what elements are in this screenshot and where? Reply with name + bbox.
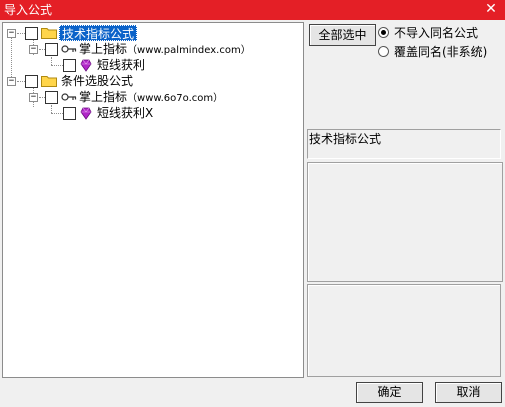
node-checkbox[interactable] bbox=[45, 43, 58, 56]
ok-button[interactable]: 确定 bbox=[356, 382, 423, 403]
formula-description-box bbox=[307, 162, 503, 282]
formula-name-text: 技术指标公式 bbox=[309, 132, 382, 146]
window-title: 导入公式 bbox=[4, 3, 53, 17]
radio-overwrite[interactable]: 覆盖同名(非系统) bbox=[378, 44, 503, 60]
node-checkbox[interactable] bbox=[63, 107, 76, 120]
collapse-expander[interactable]: − bbox=[7, 29, 16, 38]
tree-node-label: 掌上指标（www.6o7o.com） bbox=[79, 90, 224, 104]
radio-label: 不导入同名公式 bbox=[394, 26, 479, 40]
tree-connector bbox=[51, 113, 63, 114]
tree-node-palm-index-2[interactable]: − 掌上指标（www.6o7o.com） bbox=[3, 89, 303, 105]
tree-node-label: 短线获利 bbox=[97, 58, 146, 72]
radio-button[interactable] bbox=[378, 27, 389, 38]
title-bar[interactable]: 导入公式 ✕ bbox=[0, 0, 505, 20]
cancel-button[interactable]: 取消 bbox=[435, 382, 502, 403]
tree-node-short-profit[interactable]: 短线获利 bbox=[3, 57, 303, 73]
radio-button[interactable] bbox=[378, 46, 389, 57]
tree-node-label: 条件选股公式 bbox=[61, 74, 134, 88]
tree-node-short-profit-x[interactable]: 短线获利X bbox=[3, 105, 303, 121]
formula-gem-icon bbox=[80, 59, 92, 72]
radio-no-import[interactable]: 不导入同名公式 bbox=[378, 25, 503, 41]
tree-connector bbox=[17, 81, 25, 82]
formula-tree[interactable]: − 技术指标公式 − 掌上指标（www.palmindex.com） 短线获利 … bbox=[2, 22, 304, 378]
key-icon bbox=[61, 93, 77, 101]
collapse-expander[interactable]: − bbox=[7, 77, 16, 86]
formula-name-box: 技术指标公式 bbox=[307, 129, 501, 159]
node-checkbox[interactable] bbox=[25, 27, 38, 40]
tree-connector bbox=[51, 57, 52, 65]
key-icon bbox=[61, 45, 77, 53]
options-panel: 全部选中 不导入同名公式 覆盖同名(非系统) 技术指标公式 bbox=[306, 22, 505, 378]
node-checkbox[interactable] bbox=[25, 75, 38, 88]
tree-node-technical-formulas[interactable]: − 技术指标公式 bbox=[3, 25, 303, 41]
folder-icon bbox=[41, 28, 57, 39]
tree-node-palm-index-1[interactable]: − 掌上指标（www.palmindex.com） bbox=[3, 41, 303, 57]
close-button[interactable]: ✕ bbox=[483, 1, 499, 18]
node-checkbox[interactable] bbox=[45, 91, 58, 104]
import-formula-dialog: 导入公式 ✕ − 技术指标公式 − 掌上指标（www.palmindex.com… bbox=[0, 0, 505, 407]
collapse-expander[interactable]: − bbox=[29, 93, 38, 102]
formula-gem-icon bbox=[80, 107, 92, 120]
formula-detail-box bbox=[307, 284, 501, 377]
select-all-button[interactable]: 全部选中 bbox=[309, 24, 376, 46]
tree-node-condition-formulas[interactable]: − 条件选股公式 bbox=[3, 73, 303, 89]
tree-connector bbox=[17, 33, 25, 34]
radio-label: 覆盖同名(非系统) bbox=[394, 45, 488, 59]
node-checkbox[interactable] bbox=[63, 59, 76, 72]
tree-node-label: 掌上指标（www.palmindex.com） bbox=[79, 42, 251, 56]
tree-node-label: 短线获利X bbox=[97, 106, 154, 120]
folder-icon bbox=[41, 76, 57, 87]
tree-node-label: 技术指标公式 bbox=[59, 25, 138, 41]
tree-connector bbox=[51, 105, 52, 113]
close-icon: ✕ bbox=[485, 1, 497, 17]
collapse-expander[interactable]: − bbox=[29, 45, 38, 54]
tree-connector bbox=[51, 65, 63, 66]
